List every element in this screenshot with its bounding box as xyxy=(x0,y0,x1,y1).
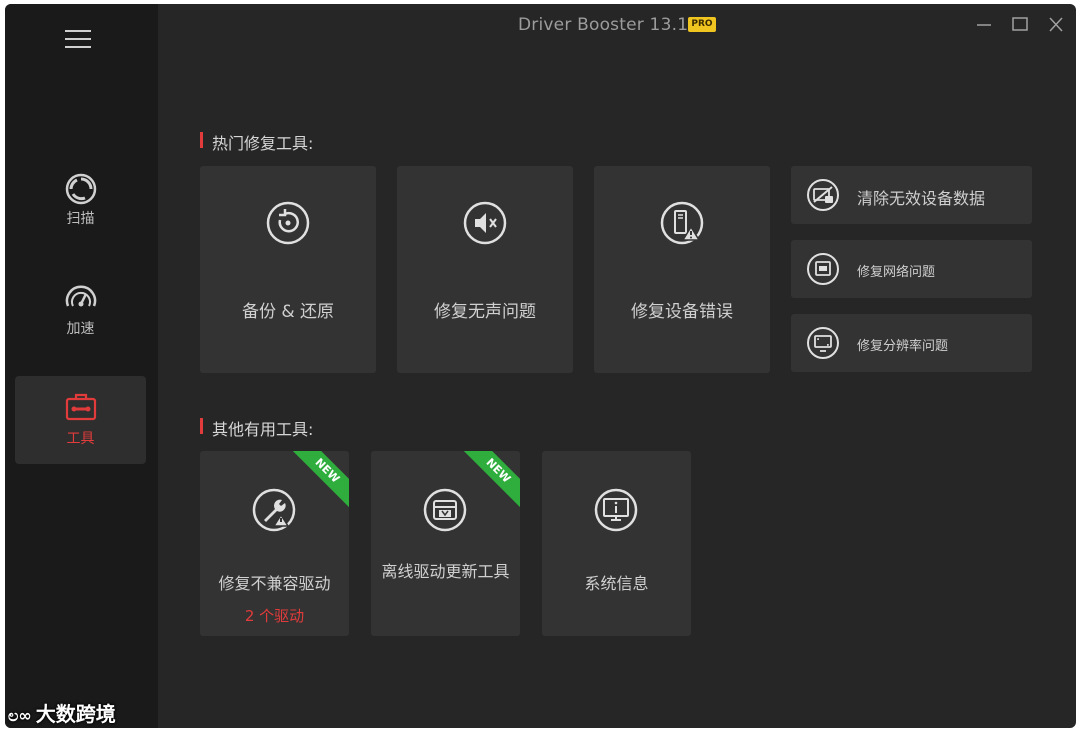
resolution-monitor-icon xyxy=(807,327,839,359)
sidebar-item-scan[interactable]: 扫描 xyxy=(15,172,146,260)
offline-driver-updater-card[interactable]: NEW 离线驱动更新工具 xyxy=(371,451,520,636)
card-label: 备份 & 还原 xyxy=(241,302,335,322)
minimize-icon[interactable] xyxy=(972,14,996,36)
card-label: 修复无声问题 xyxy=(434,302,536,322)
fix-network-button[interactable]: 修复网络问题 xyxy=(791,240,1032,298)
card-label: 修复不兼容驱动 xyxy=(218,574,331,593)
offline-download-icon xyxy=(423,488,467,532)
app-title: Driver Booster 13.1 xyxy=(518,15,689,35)
fix-no-sound-card[interactable]: 修复无声问题 xyxy=(397,166,573,373)
card-label: 离线驱动更新工具 xyxy=(381,562,510,581)
section-title-hot: 热门修复工具: xyxy=(200,130,313,154)
network-port-icon xyxy=(807,253,839,285)
fix-device-error-card[interactable]: 修复设备错误 xyxy=(594,166,770,373)
watermark-text: 大数跨境 xyxy=(35,702,116,726)
watermark: ಲ∞ 大数跨境 xyxy=(8,698,116,727)
app-window: 扫描 加速 工具 Driver Booster 13.1 PRO 热门修复工具:… xyxy=(5,4,1076,728)
card-label: 系统信息 xyxy=(584,574,649,593)
fix-resolution-button[interactable]: 修复分辨率问题 xyxy=(791,314,1032,372)
system-info-card[interactable]: 系统信息 xyxy=(542,451,691,636)
wrench-warning-icon xyxy=(252,488,296,532)
backup-restore-card[interactable]: 备份 & 还原 xyxy=(200,166,376,373)
button-label: 清除无效设备数据 xyxy=(857,189,986,208)
button-label: 修复分辨率问题 xyxy=(857,339,949,354)
maximize-icon[interactable] xyxy=(1008,14,1032,36)
card-label: 修复设备错误 xyxy=(631,302,733,322)
menu-icon[interactable] xyxy=(65,30,95,50)
toolbox-icon xyxy=(65,393,97,421)
sidebar: 扫描 加速 工具 xyxy=(5,4,158,728)
device-clear-icon xyxy=(807,179,839,211)
info-monitor-icon xyxy=(594,488,638,532)
sidebar-item-label: 扫描 xyxy=(66,211,95,227)
driver-count: 2 个驱动 xyxy=(244,607,305,625)
sidebar-item-label: 加速 xyxy=(66,321,95,337)
scan-icon xyxy=(65,173,97,205)
speedometer-icon xyxy=(65,285,97,307)
pro-badge: PRO xyxy=(688,17,716,32)
section-title-other: 其他有用工具: xyxy=(200,416,313,440)
clear-invalid-device-data-button[interactable]: 清除无效设备数据 xyxy=(791,166,1032,224)
mute-speaker-icon xyxy=(463,201,507,245)
sidebar-item-tools[interactable]: 工具 xyxy=(15,376,146,464)
button-label: 修复网络问题 xyxy=(857,265,936,280)
sidebar-item-label: 工具 xyxy=(66,431,95,447)
device-warning-icon xyxy=(660,201,704,245)
watermark-logo-icon: ಲ∞ xyxy=(8,706,32,725)
close-icon[interactable] xyxy=(1044,14,1068,36)
sidebar-item-speedup[interactable]: 加速 xyxy=(15,282,146,370)
fix-incompatible-drivers-card[interactable]: NEW 修复不兼容驱动 2 个驱动 xyxy=(200,451,349,636)
restore-icon xyxy=(266,201,310,245)
